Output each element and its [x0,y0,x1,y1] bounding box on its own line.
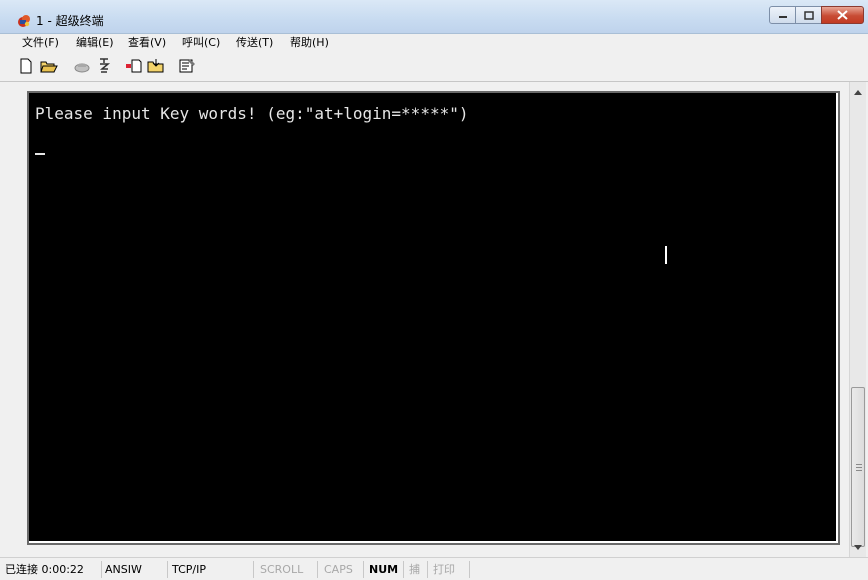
new-connection-button[interactable] [17,57,35,75]
status-caps: CAPS [318,561,364,578]
hyperterminal-window: 1 - 超级终端 文件(F) 编辑(E) 查看(V) 呼叫(C) 传送(T) 帮… [0,0,868,580]
menu-help[interactable]: 帮助(H) [290,36,329,50]
mouse-ibeam-cursor [665,246,667,264]
maximize-button[interactable] [795,6,822,24]
window-title: 1 - 超级终端 [36,14,104,28]
maximize-icon [803,10,814,20]
send-button[interactable] [125,57,143,75]
menu-view[interactable]: 查看(V) [128,36,166,50]
terminal-screen[interactable]: Please input Key words! (eg:"at+login=**… [27,91,840,545]
disconnect-icon [99,58,111,73]
vertical-scrollbar[interactable] [849,82,866,557]
grip-icon [856,464,862,471]
toolbar [0,52,868,82]
menu-edit[interactable]: 编辑(E) [76,36,114,50]
close-button[interactable] [821,6,864,24]
send-file-icon [126,59,142,73]
menu-file[interactable]: 文件(F) [22,36,59,50]
scroll-down-button[interactable] [850,539,866,555]
properties-icon [179,59,195,73]
window-controls [769,6,864,24]
status-protocol: TCP/IP [168,561,254,578]
status-empty-pane [470,561,850,578]
status-num: NUM [364,561,404,578]
minimize-button[interactable] [769,6,796,24]
arrow-down-icon [854,544,862,550]
terminal-prompt-line: Please input Key words! (eg:"at+login=**… [35,104,469,123]
status-connected-time: 已连接 0:00:22 [2,561,102,578]
scrollbar-thumb[interactable] [851,387,865,547]
close-icon [837,10,848,20]
title-bar[interactable]: 1 - 超级终端 [0,0,868,34]
status-capture: 捕 [404,561,428,578]
call-icon [74,63,90,73]
status-print: 打印 [428,561,470,578]
properties-button[interactable] [179,57,197,75]
text-cursor [35,153,45,155]
menu-bar: 文件(F) 编辑(E) 查看(V) 呼叫(C) 传送(T) 帮助(H) [0,34,868,52]
open-folder-icon [40,61,58,73]
scroll-up-button[interactable] [850,84,866,100]
menu-call[interactable]: 呼叫(C) [182,36,220,50]
receive-button[interactable] [147,57,165,75]
open-button[interactable] [40,57,58,75]
disconnect-button[interactable] [95,57,113,75]
receive-file-icon [147,59,164,73]
minimize-icon [778,16,787,18]
new-document-icon [20,58,32,74]
status-emulation: ANSIW [102,561,168,578]
call-button[interactable] [73,57,91,75]
status-scroll: SCROLL [254,561,318,578]
menu-transfer[interactable]: 传送(T) [236,36,273,50]
hyperterminal-phone-icon [18,15,30,27]
arrow-up-icon [854,89,862,95]
status-bar: 已连接 0:00:22 ANSIW TCP/IP SCROLL CAPS NUM… [0,557,868,580]
